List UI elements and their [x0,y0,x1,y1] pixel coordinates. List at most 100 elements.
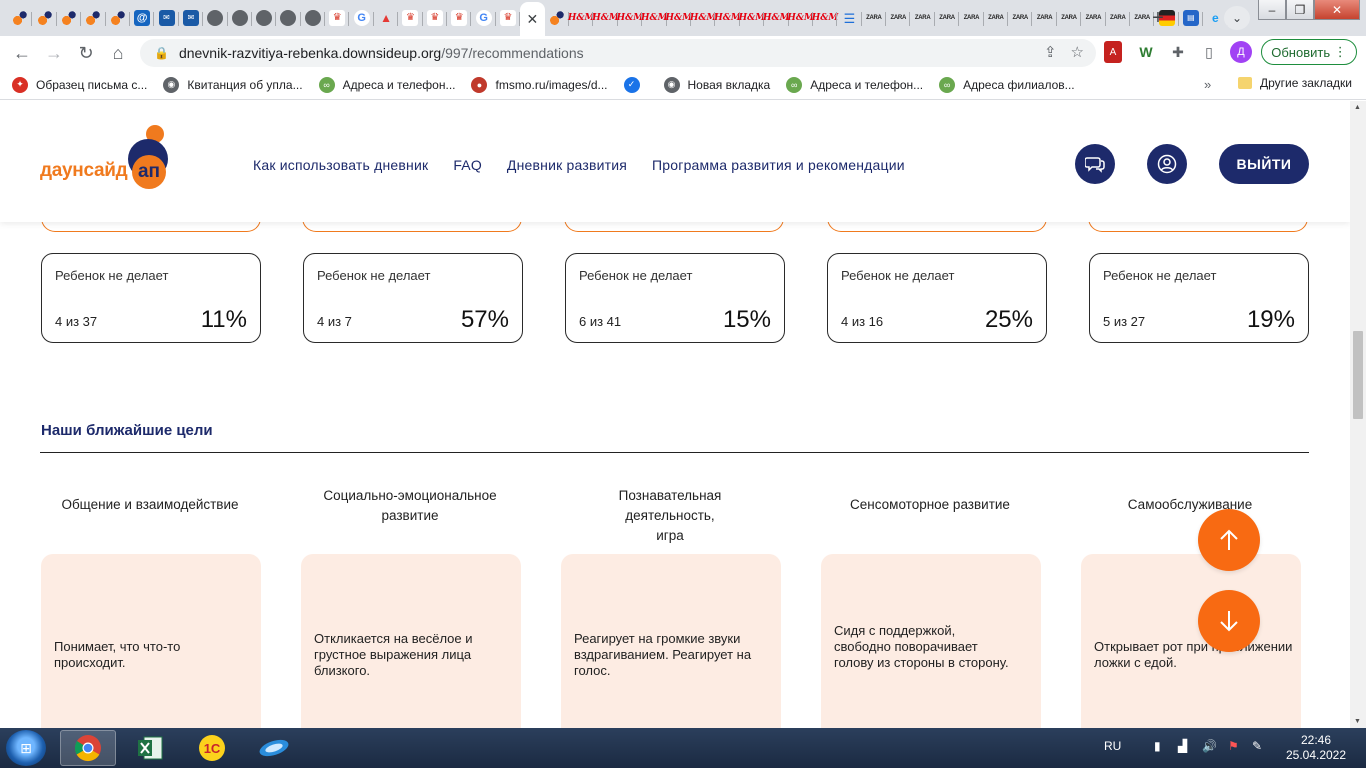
browser-tab[interactable] [57,3,82,33]
tab-search-button[interactable]: ⌄ [1224,6,1250,30]
network-icon[interactable]: ▟ [1178,739,1187,753]
taskbar-excel[interactable] [122,730,178,766]
active-tab[interactable]: ✕ [520,2,545,36]
bookmark-item[interactable]: ✦ Образец письма с... [12,76,147,93]
browser-tab[interactable] [81,3,106,33]
browser-tab[interactable] [276,3,301,33]
browser-tab[interactable]: ZARA [984,3,1009,33]
browser-tab[interactable]: H&M [714,3,741,33]
volume-icon[interactable]: 🔊 [1202,739,1217,753]
browser-tab[interactable] [32,3,57,33]
language-indicator[interactable]: RU [1104,739,1121,753]
site-logo[interactable]: даунсайд ап [40,123,170,193]
nav-faq[interactable]: FAQ [453,157,482,173]
browser-tab[interactable] [8,3,33,33]
browser-tab[interactable]: ZARA [959,3,984,33]
browser-tab[interactable]: H&M [812,3,838,33]
scroll-down-button[interactable] [1198,590,1260,652]
goal-card[interactable]: Сидя с поддержкой, свободно поворачивает… [821,554,1041,728]
browser-tab[interactable]: ZARA [1008,3,1033,33]
other-bookmarks[interactable]: Другие закладки [1238,76,1352,90]
battery-icon[interactable]: ▮ [1154,739,1161,753]
clock[interactable]: 22:46 25.04.2022 [1284,733,1348,763]
bookmark-item[interactable]: ✓ [623,76,648,93]
browser-tab[interactable]: H&M [665,3,692,33]
profile-button[interactable] [1147,144,1187,184]
browser-tab[interactable]: @ [130,3,155,33]
browser-tab[interactable]: ♛ [447,3,472,33]
browser-tab[interactable]: ZARA [1057,3,1082,33]
bookmark-item[interactable]: ∞ Адреса и телефон... [786,76,923,93]
browser-tab[interactable]: H&M [739,3,765,33]
bookmark-item[interactable]: ∞ Адреса и телефон... [318,76,455,93]
browser-tab[interactable]: ✉ [179,3,204,33]
browser-tab[interactable] [252,3,277,33]
bookmark-item[interactable]: ◉ Новая вкладка [663,76,770,93]
browser-tab[interactable] [228,3,252,33]
browser-tab[interactable]: ♛ [496,3,521,33]
new-tab-button[interactable]: + [1146,6,1170,30]
browser-tab[interactable]: H&M [568,3,594,33]
browser-tab[interactable]: ZARA [1081,3,1106,33]
scroll-up-arrow-icon[interactable]: ▲ [1354,104,1361,111]
start-button[interactable]: ⊞ [6,730,46,766]
more-bookmarks-chevron-icon[interactable]: » [1204,77,1211,92]
goal-card[interactable]: Понимает, что что-то происходит. [41,554,261,728]
scroll-down-arrow-icon[interactable]: ▼ [1354,718,1361,725]
browser-tab[interactable]: ZARA [910,3,935,33]
browser-tab[interactable]: ZARA [886,3,911,33]
bookmark-star-icon[interactable]: ☆ [1071,43,1084,61]
browser-tab[interactable]: H&M [617,3,643,33]
bookmark-item[interactable]: ● fmsmo.ru/images/d... [471,76,608,93]
close-tab-icon[interactable]: ✕ [527,11,539,28]
taskbar-chrome[interactable] [60,730,116,766]
browser-tab[interactable]: ▤ [1179,3,1204,33]
taskbar-1c[interactable]: 1С [184,730,240,766]
bookmark-item[interactable]: ◉ Квитанция об упла... [163,76,303,93]
browser-tab[interactable] [203,3,228,33]
browser-tab[interactable]: ZARA [862,3,887,33]
browser-tab[interactable]: ZARA [935,3,960,33]
w-extension-icon[interactable]: W [1136,41,1156,63]
scroll-up-button[interactable] [1198,509,1260,571]
browser-tab[interactable]: H&M [592,3,619,33]
browser-tab[interactable]: ♛ [325,3,350,33]
bookmark-item[interactable]: ∞ Адреса филиалов... [939,76,1075,93]
extensions-puzzle-icon[interactable]: ✚ [1168,41,1188,63]
page-scrollbar[interactable]: ▲ ▼ [1350,101,1366,728]
side-panel-icon[interactable]: ▯ [1199,41,1219,63]
back-button[interactable]: ← [6,39,38,67]
goal-card[interactable]: Реагирует на громкие звуки вздрагиванием… [561,554,781,728]
browser-tab[interactable]: G [471,3,496,33]
nav-how-to-use[interactable]: Как использовать дневник [253,157,428,173]
browser-tab[interactable]: ✉ [154,3,179,33]
browser-tab[interactable]: H&M [763,3,790,33]
scrollbar-thumb[interactable] [1353,331,1363,419]
browser-tab[interactable] [545,3,569,33]
browser-tab[interactable]: ☰ [837,3,862,33]
goal-card[interactable]: Откликается на весёлое и грустное выраже… [301,554,521,728]
address-bar[interactable]: 🔒 dnevnik-razvitiya-rebenka.downsideup.o… [140,39,1096,67]
home-button[interactable]: ⌂ [102,39,134,67]
browser-tab[interactable] [301,3,326,33]
browser-tab[interactable]: H&M [787,3,814,33]
browser-tab[interactable]: H&M [690,3,716,33]
browser-tab[interactable]: ♛ [423,3,448,33]
nav-development-diary[interactable]: Дневник развития [507,157,627,173]
browser-tab[interactable]: H&M [641,3,668,33]
browser-tab[interactable] [106,3,130,33]
maximize-button[interactable]: ❐ [1286,0,1314,20]
lock-icon[interactable]: 🔒 [154,46,169,60]
browser-tab[interactable]: ZARA [1106,3,1130,33]
taskbar-remote[interactable] [246,730,302,766]
chat-button[interactable] [1075,144,1115,184]
logout-button[interactable]: ВЫЙТИ [1219,144,1309,184]
close-window-button[interactable]: ✕ [1314,0,1360,20]
flag-icon[interactable]: ⚑ [1228,739,1239,753]
pdf-extension-icon[interactable]: A [1104,41,1122,63]
notification-icon[interactable]: ✎ [1252,739,1262,753]
goal-card[interactable]: Открывает рот при приближении ложки с ед… [1081,554,1301,728]
browser-tab[interactable]: ZARA [1032,3,1057,33]
update-button[interactable]: Обновить ⋮ [1261,39,1357,65]
profile-avatar[interactable]: Д [1230,41,1252,63]
